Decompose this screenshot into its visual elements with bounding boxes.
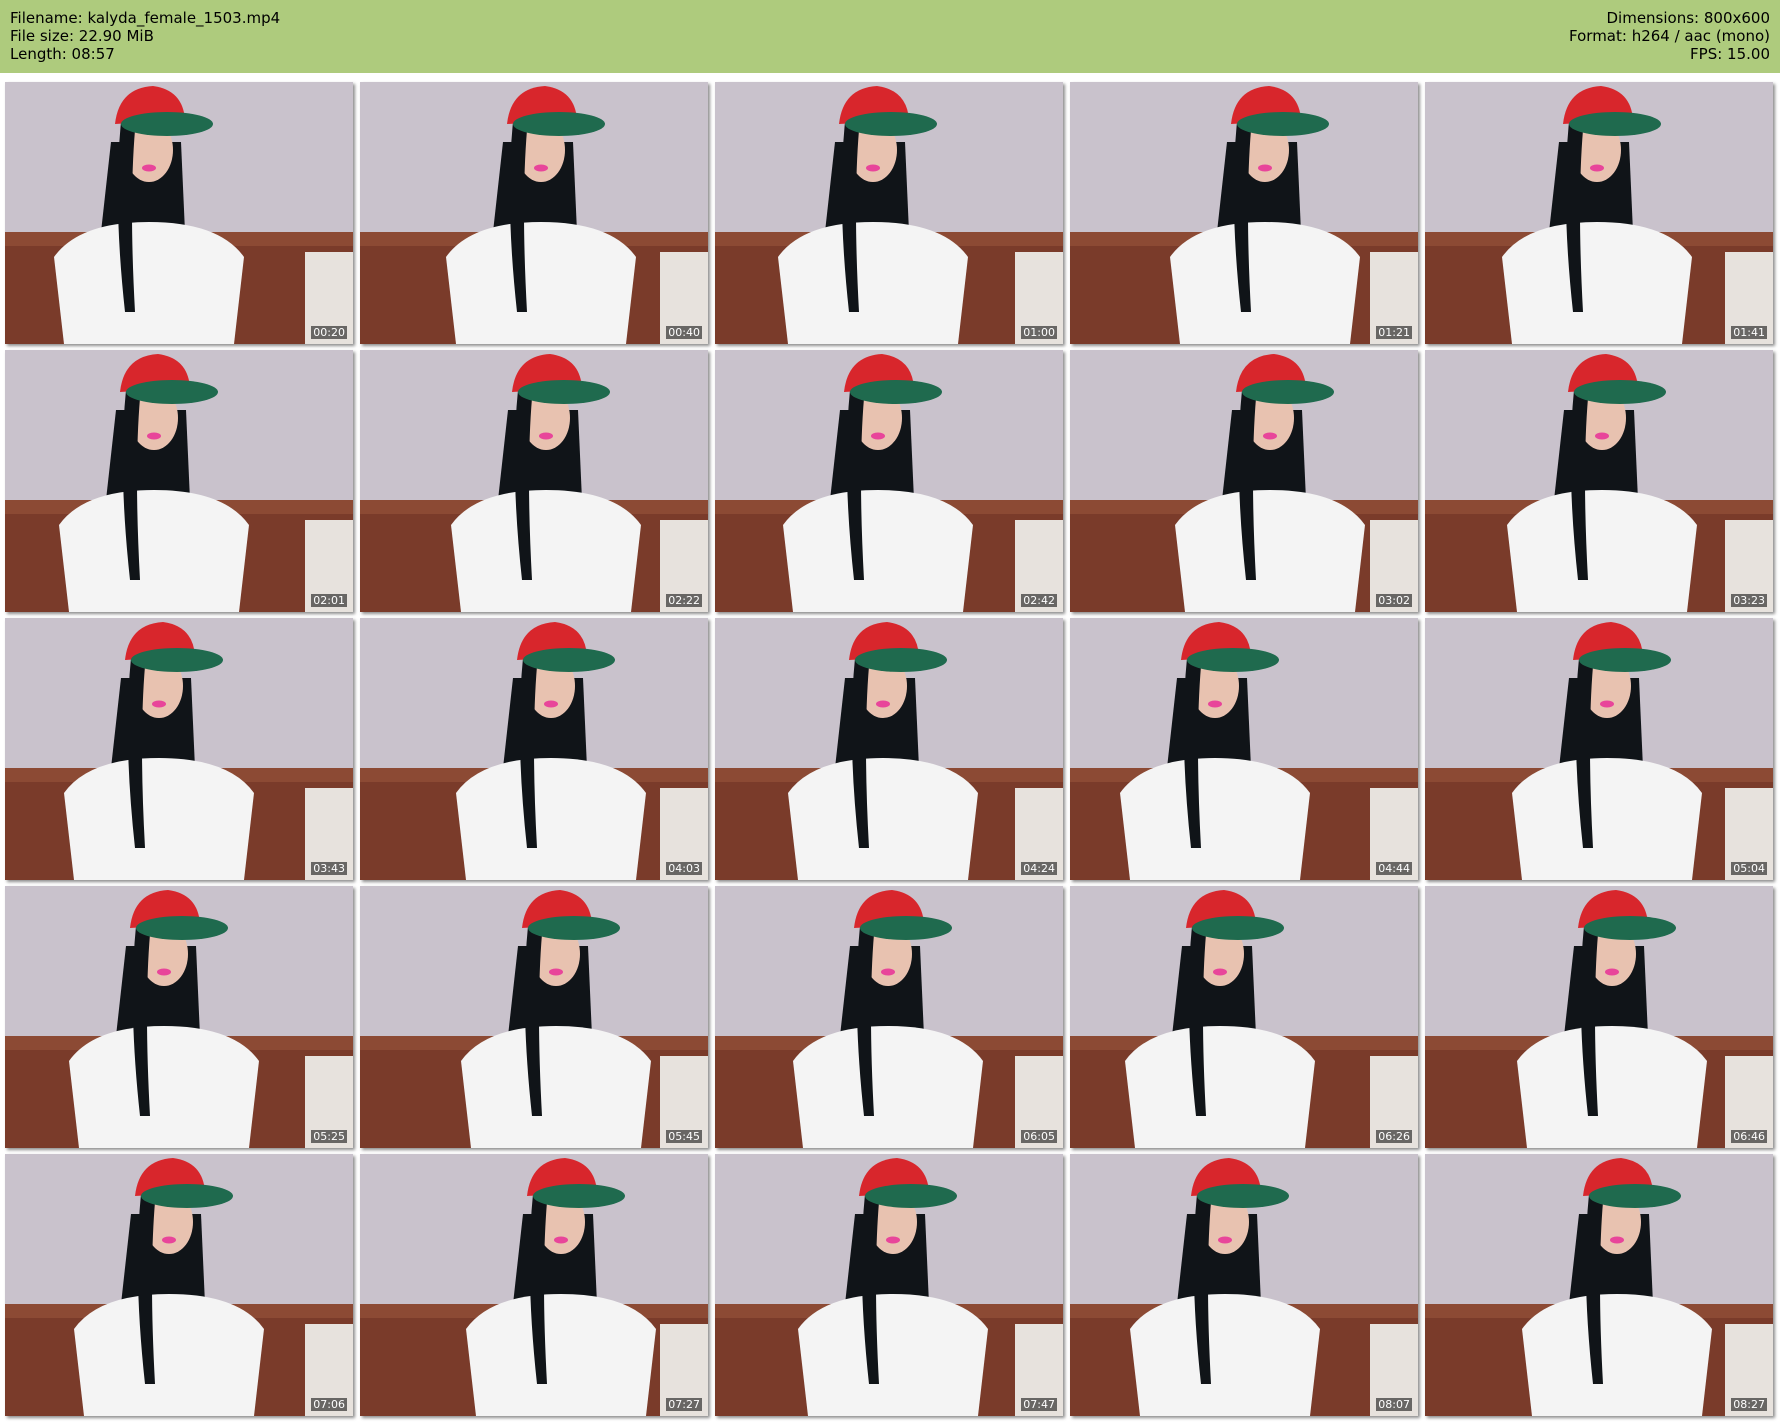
frame-image — [715, 1154, 1063, 1416]
timestamp-label: 03:02 — [1376, 594, 1412, 607]
frame-image — [5, 350, 353, 612]
timestamp-label: 07:06 — [311, 1398, 347, 1411]
frame-image — [360, 82, 708, 344]
timestamp-label: 04:03 — [666, 862, 702, 875]
length-text: Length: 08:57 — [10, 45, 115, 63]
timestamp-label: 05:04 — [1731, 862, 1767, 875]
frame-image — [360, 886, 708, 1148]
timestamp-label: 02:42 — [1021, 594, 1057, 607]
timestamp-label: 03:23 — [1731, 594, 1767, 607]
fps-text: FPS: 15.00 — [1690, 45, 1770, 63]
video-thumbnail: 00:20 — [5, 82, 353, 344]
frame-image — [715, 618, 1063, 880]
video-thumbnail: 03:23 — [1425, 350, 1773, 612]
timestamp-label: 02:22 — [666, 594, 702, 607]
timestamp-label: 01:41 — [1731, 326, 1767, 339]
video-thumbnail: 07:47 — [715, 1154, 1063, 1416]
video-thumbnail: 06:05 — [715, 886, 1063, 1148]
video-thumbnail: 05:25 — [5, 886, 353, 1148]
timestamp-label: 04:24 — [1021, 862, 1057, 875]
timestamp-label: 00:40 — [666, 326, 702, 339]
video-thumbnail: 04:24 — [715, 618, 1063, 880]
video-thumbnail: 05:04 — [1425, 618, 1773, 880]
video-thumbnail: 01:21 — [1070, 82, 1418, 344]
timestamp-label: 07:47 — [1021, 1398, 1057, 1411]
frame-image — [360, 350, 708, 612]
video-thumbnail: 02:01 — [5, 350, 353, 612]
timestamp-label: 08:07 — [1376, 1398, 1412, 1411]
frame-image — [715, 82, 1063, 344]
info-left: Filename: kalyda_female_1503.mp4 File si… — [10, 9, 280, 63]
frame-image — [5, 618, 353, 880]
frame-image — [1070, 886, 1418, 1148]
frame-image — [715, 350, 1063, 612]
frame-image — [360, 618, 708, 880]
frame-image — [1425, 886, 1773, 1148]
frame-image — [1070, 1154, 1418, 1416]
timestamp-label: 02:01 — [311, 594, 347, 607]
format-text: Format: h264 / aac (mono) — [1569, 27, 1770, 45]
frame-image — [5, 1154, 353, 1416]
timestamp-label: 06:05 — [1021, 1130, 1057, 1143]
video-thumbnail: 06:46 — [1425, 886, 1773, 1148]
frame-image — [5, 886, 353, 1148]
video-thumbnail: 05:45 — [360, 886, 708, 1148]
frame-image — [1425, 350, 1773, 612]
frame-image — [5, 82, 353, 344]
filesize-text: File size: 22.90 MiB — [10, 27, 154, 45]
timestamp-label: 05:45 — [666, 1130, 702, 1143]
timestamp-label: 00:20 — [311, 326, 347, 339]
timestamp-label: 06:26 — [1376, 1130, 1412, 1143]
timestamp-label: 07:27 — [666, 1398, 702, 1411]
video-thumbnail: 02:22 — [360, 350, 708, 612]
video-thumbnail: 07:06 — [5, 1154, 353, 1416]
frame-image — [1425, 1154, 1773, 1416]
frame-image — [1425, 82, 1773, 344]
timestamp-label: 05:25 — [311, 1130, 347, 1143]
video-thumbnail: 00:40 — [360, 82, 708, 344]
dimensions-text: Dimensions: 800x600 — [1606, 9, 1770, 27]
video-thumbnail: 04:44 — [1070, 618, 1418, 880]
video-thumbnail: 01:41 — [1425, 82, 1773, 344]
frame-image — [1070, 618, 1418, 880]
video-thumbnail: 07:27 — [360, 1154, 708, 1416]
video-thumbnail: 03:02 — [1070, 350, 1418, 612]
video-thumbnail: 08:27 — [1425, 1154, 1773, 1416]
video-thumbnail: 06:26 — [1070, 886, 1418, 1148]
filename-text: Filename: kalyda_female_1503.mp4 — [10, 9, 281, 27]
timestamp-label: 06:46 — [1731, 1130, 1767, 1143]
video-thumbnail: 02:42 — [715, 350, 1063, 612]
video-thumbnail: 08:07 — [1070, 1154, 1418, 1416]
info-header: Filename: kalyda_female_1503.mp4 File si… — [0, 0, 1780, 73]
timestamp-label: 03:43 — [311, 862, 347, 875]
frame-image — [360, 1154, 708, 1416]
timestamp-label: 04:44 — [1376, 862, 1412, 875]
frame-image — [1425, 618, 1773, 880]
video-thumbnail: 04:03 — [360, 618, 708, 880]
timestamp-label: 01:00 — [1021, 326, 1057, 339]
timestamp-label: 08:27 — [1731, 1398, 1767, 1411]
frame-image — [1070, 82, 1418, 344]
frame-image — [715, 886, 1063, 1148]
info-right: Dimensions: 800x600 Format: h264 / aac (… — [1569, 9, 1770, 63]
video-thumbnail: 03:43 — [5, 618, 353, 880]
timestamp-label: 01:21 — [1376, 326, 1412, 339]
frame-image — [1070, 350, 1418, 612]
video-thumbnail: 01:00 — [715, 82, 1063, 344]
